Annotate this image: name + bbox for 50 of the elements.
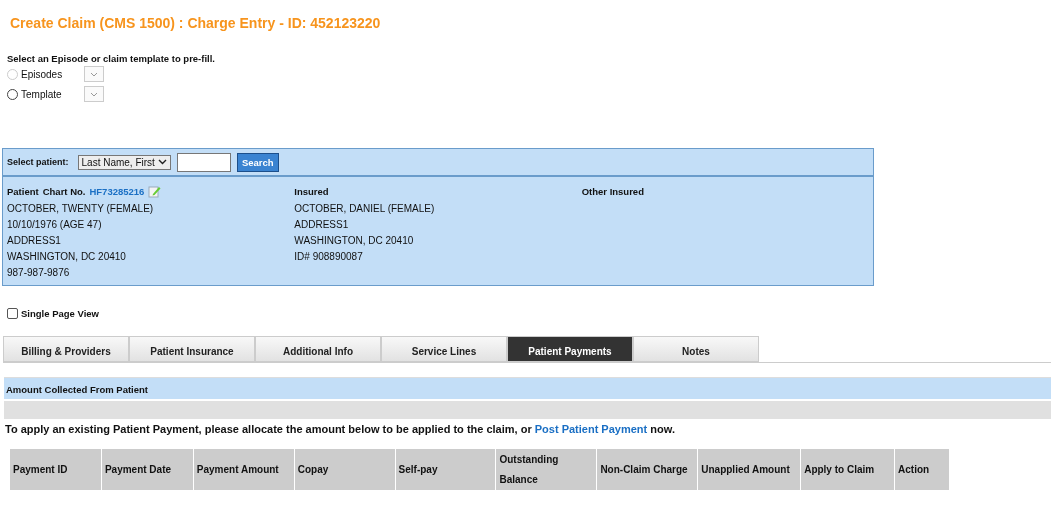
instruction-text: To apply an existing Patient Payment, please allocate the amount below to be applied to the claim, or Post Patient Payment now. [5,423,676,435]
column-header: Unapplied Amount [698,449,802,490]
tab[interactable]: Patient Insurance [129,336,255,362]
column-header: Apply to Claim [801,449,896,490]
chart-number-link[interactable]: HF73285216 [89,185,145,197]
patient-search-field[interactable] [176,152,231,172]
caret-icon [90,71,98,77]
caret-icon [90,91,98,97]
patient-phone: 987-987-9876 [7,266,71,280]
tab[interactable]: Billing & Providers [3,336,129,362]
insured-info: WASHINGTON, DC 20410 [294,234,415,248]
checkbox[interactable] [7,308,18,319]
column-header: Payment ID [10,449,102,490]
tab[interactable]: Notes [633,336,759,362]
search-button[interactable]: Search [236,152,279,172]
patient-info: ADDRESS1 [7,234,62,248]
column-header: Outstanding Balance [496,449,598,490]
prefill-prompt: Select an Episode or claim template to pre-fill. [7,53,216,64]
tab[interactable]: Patient Payments [507,336,633,362]
edit-note-icon[interactable] [148,184,162,198]
column-header: Self-pay [395,449,497,490]
radio-label: Template [21,88,63,100]
patient-info: WASHINGTON, DC 20410 [7,250,127,264]
patient-info: OCTOBER, TWENTY (FEMALE) [7,202,155,216]
single-page-view-label: Single Page View [21,308,99,319]
insured-info: OCTOBER, DANIEL (FEMALE) [294,202,436,216]
column-header: Action [895,449,950,490]
post-patient-payment-link[interactable]: Post Patient Payment [534,423,648,435]
page-title: Create Claim (CMS 1500) : Charge Entry - ID: 452123220 [9,14,382,33]
column-header: Non-Claim Charge [597,449,699,490]
other-insured-heading: Other Insured [581,185,644,197]
tab[interactable]: Service Lines [381,336,507,362]
patient-search-mode-dropdown[interactable]: Last Name, First [77,154,171,170]
select-patient-label: Select patient: [7,157,69,167]
column-header: Payment Amount [193,449,295,490]
tab[interactable]: Additional Info [255,336,381,362]
dropdown[interactable] [84,66,104,82]
caret-icon [157,159,167,165]
chart-no-label: Chart No. [42,185,86,197]
dropdown[interactable] [84,86,104,102]
column-header: Copay [294,449,396,490]
section-header: Amount Collected From Patient [4,377,1051,399]
radio-button[interactable] [7,88,18,100]
column-header: Payment Date [101,449,194,490]
patient-info: 10/10/1976 (AGE 47) [7,218,103,232]
insured-info: ID# 908890087 [294,250,364,264]
insured-info: ADDRESS1 [294,218,350,232]
patient-heading: Patient [7,185,39,197]
radio-label: Episodes [21,68,64,80]
insured-heading: Insured [294,185,329,197]
